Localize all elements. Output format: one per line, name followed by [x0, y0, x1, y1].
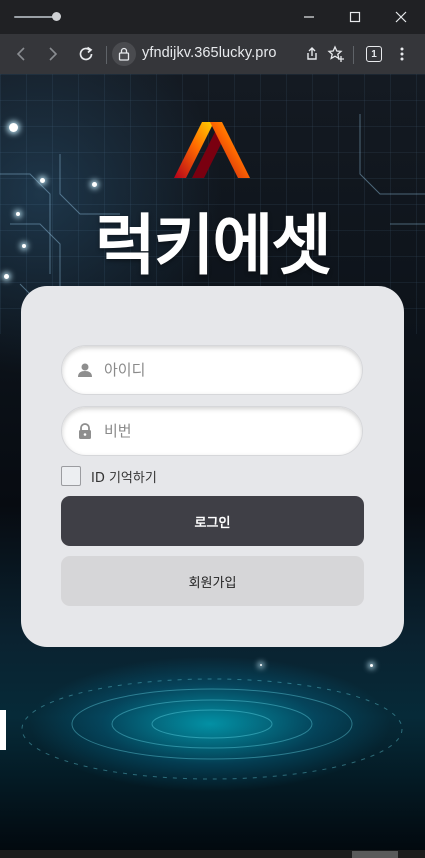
arrow-left-icon — [16, 47, 25, 61]
maximize-button[interactable] — [332, 0, 378, 34]
window-titlebar — [0, 0, 425, 34]
brand-logo-icon — [174, 122, 250, 178]
back-button[interactable] — [8, 40, 36, 68]
lock-icon — [118, 47, 130, 61]
bookmark-star-button[interactable] — [322, 40, 350, 68]
signup-button[interactable]: 회원가입 — [61, 556, 364, 606]
password-field[interactable] — [61, 406, 363, 456]
remember-id-label[interactable]: ID 기억하기 — [91, 467, 157, 486]
remember-id-checkbox[interactable] — [61, 466, 81, 486]
brand-name: 럭키에셋 — [95, 207, 332, 284]
share-icon — [307, 47, 317, 60]
kebab-menu-icon — [400, 47, 404, 61]
scrollbar-thumb[interactable] — [352, 851, 398, 858]
browser-toolbar: yfndijkv.365lucky.pro 1 — [0, 34, 425, 74]
user-icon — [76, 361, 94, 379]
close-icon — [395, 11, 407, 23]
glow-dot — [40, 178, 45, 183]
reload-button[interactable] — [72, 40, 100, 68]
padlock-icon — [76, 422, 94, 440]
glow-dot — [92, 182, 97, 187]
toolbar-divider — [106, 46, 107, 64]
login-card: ID 기억하기 로그인 회원가입 — [21, 286, 404, 647]
tab-count-badge: 1 — [366, 46, 382, 62]
tab-switcher-button[interactable]: 1 — [360, 40, 388, 68]
remember-id-row: ID 기억하기 — [61, 466, 157, 486]
toolbar-divider — [353, 46, 354, 64]
more-menu-button[interactable] — [388, 40, 416, 68]
minimize-button[interactable] — [286, 0, 332, 34]
maximize-icon — [349, 11, 361, 23]
glow-dot — [260, 664, 262, 666]
id-input[interactable] — [104, 361, 344, 379]
glow-dot — [9, 123, 18, 132]
minimize-icon — [304, 16, 314, 18]
page-viewport: 럭키에셋 ID 기억하기 — [0, 74, 425, 858]
password-input[interactable] — [104, 422, 344, 440]
arrow-right-icon — [49, 47, 58, 61]
star-add-icon — [327, 45, 344, 62]
close-button[interactable] — [378, 0, 424, 34]
slider-knob[interactable] — [52, 12, 61, 21]
page-edge-marker — [0, 710, 6, 750]
reload-icon — [79, 46, 93, 61]
id-field[interactable] — [61, 345, 363, 395]
glow-dot — [370, 664, 373, 667]
address-bar[interactable]: yfndijkv.365lucky.pro — [142, 45, 277, 61]
site-info-button[interactable] — [112, 42, 136, 66]
forward-button[interactable] — [38, 40, 66, 68]
login-button[interactable]: 로그인 — [61, 496, 364, 546]
